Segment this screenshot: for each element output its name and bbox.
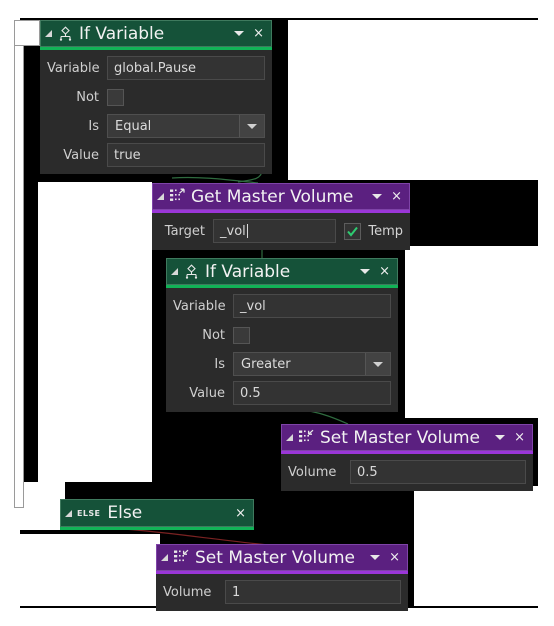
node-if-variable-2[interactable]: If Variable × Variable _vol Not Is Great… xyxy=(166,258,398,412)
set-node-icon xyxy=(173,549,190,566)
canvas-gap-top-right xyxy=(288,20,538,180)
set-node-icon xyxy=(298,429,315,446)
header-underline xyxy=(60,527,254,530)
chevron-down-icon[interactable] xyxy=(495,435,506,440)
canvas-gap-left-mid xyxy=(38,182,152,482)
node-header[interactable]: Set Master Volume × xyxy=(156,544,408,571)
variable-label: Variable xyxy=(173,298,226,314)
node-body: Target _vol Temp xyxy=(152,213,410,250)
if-branch-icon xyxy=(57,25,74,42)
node-header[interactable]: Get Master Volume × xyxy=(152,183,410,210)
node-header[interactable]: ELSE Else × xyxy=(60,499,254,527)
close-icon[interactable]: × xyxy=(389,551,400,564)
volume-input[interactable]: 0.5 xyxy=(350,460,526,484)
close-icon[interactable]: × xyxy=(379,265,390,278)
node-graph-canvas[interactable]: If Variable × Variable global.Pause Not … xyxy=(0,0,554,626)
node-body: Variable _vol Not Is Greater Value 0.5 xyxy=(166,288,398,412)
volume-label: Volume xyxy=(288,464,337,480)
close-icon[interactable]: × xyxy=(253,27,264,40)
node-else[interactable]: ELSE Else × xyxy=(60,499,254,530)
is-dropdown-value: Equal xyxy=(115,118,152,134)
not-checkbox[interactable] xyxy=(233,326,250,344)
row-not: Not xyxy=(173,323,391,347)
collapse-triangle-icon[interactable] xyxy=(286,434,293,441)
chevron-down-icon[interactable] xyxy=(239,115,264,137)
node-get-master-volume[interactable]: Get Master Volume × Target _vol Temp xyxy=(152,183,410,250)
node-title: Set Master Volume xyxy=(195,548,356,567)
variable-input[interactable]: _vol xyxy=(233,294,391,318)
value-label: Value xyxy=(189,385,225,401)
if-branch-icon xyxy=(183,263,200,280)
temp-label: Temp xyxy=(368,223,403,239)
canvas-gap-mid-left xyxy=(20,482,65,530)
collapse-triangle-icon[interactable] xyxy=(157,193,164,200)
row-value: Value 0.5 xyxy=(173,381,391,405)
is-label: Is xyxy=(214,356,225,372)
not-label: Not xyxy=(202,327,225,343)
is-dropdown[interactable]: Equal xyxy=(107,114,265,138)
chevron-down-icon[interactable] xyxy=(372,194,383,199)
node-anchor-chip xyxy=(14,20,40,46)
canvas-gap-right-mid xyxy=(405,246,538,418)
node-header[interactable]: If Variable × xyxy=(166,258,398,285)
node-header[interactable]: If Variable × xyxy=(40,20,272,47)
chevron-down-icon[interactable] xyxy=(234,31,245,36)
not-checkbox[interactable] xyxy=(107,88,124,106)
volume-label: Volume xyxy=(163,584,212,600)
not-label: Not xyxy=(76,89,99,105)
canvas-gap-right-lower xyxy=(538,0,554,626)
value-input[interactable]: true xyxy=(107,143,265,167)
row-value: Value true xyxy=(47,143,265,167)
row-is: Is Equal xyxy=(47,114,265,138)
temp-checkbox[interactable] xyxy=(344,222,362,240)
row-is: Is Greater xyxy=(173,352,391,376)
value-input[interactable]: 0.5 xyxy=(233,381,391,405)
node-title: Get Master Volume xyxy=(191,187,354,206)
node-header[interactable]: Set Master Volume × xyxy=(281,424,533,451)
collapse-triangle-icon[interactable] xyxy=(161,554,168,561)
target-label: Target xyxy=(164,223,205,239)
is-label: Is xyxy=(88,118,99,134)
canvas-gap-bottom-left xyxy=(20,534,160,606)
close-icon[interactable]: × xyxy=(514,431,525,444)
node-body: Volume 0.5 xyxy=(281,454,533,491)
value-label: Value xyxy=(63,147,99,163)
node-if-variable-1[interactable]: If Variable × Variable global.Pause Not … xyxy=(40,20,272,174)
is-dropdown-value: Greater xyxy=(241,356,291,372)
row-not: Not xyxy=(47,85,265,109)
chevron-down-icon[interactable] xyxy=(370,555,381,560)
row-target: Target _vol Temp xyxy=(159,219,403,243)
node-set-master-volume-1[interactable]: Set Master Volume × Volume 0.5 xyxy=(281,424,533,491)
target-input[interactable]: _vol xyxy=(213,219,337,243)
variable-input[interactable]: global.Pause xyxy=(107,56,265,80)
chevron-down-icon[interactable] xyxy=(360,269,371,274)
collapse-triangle-icon[interactable] xyxy=(65,509,72,517)
chevron-down-icon[interactable] xyxy=(365,353,390,375)
variable-label: Variable xyxy=(47,60,100,76)
node-body: Variable global.Pause Not Is Equal Value… xyxy=(40,50,272,174)
volume-input[interactable]: 1 xyxy=(225,580,401,604)
close-icon[interactable]: × xyxy=(391,190,402,203)
node-title: Set Master Volume xyxy=(320,428,481,447)
canvas-gap-bottom-right xyxy=(414,486,538,606)
collapse-triangle-icon[interactable] xyxy=(45,30,52,37)
get-node-icon xyxy=(169,188,186,205)
node-title: If Variable xyxy=(79,24,165,43)
node-title: Else xyxy=(107,504,143,522)
node-set-master-volume-2[interactable]: Set Master Volume × Volume 1 xyxy=(156,544,408,611)
row-volume: Volume 1 xyxy=(163,580,401,604)
node-anchor-chip-2 xyxy=(14,46,24,508)
node-title: If Variable xyxy=(205,262,291,281)
row-variable: Variable global.Pause xyxy=(47,56,265,80)
row-variable: Variable _vol xyxy=(173,294,391,318)
close-icon[interactable]: × xyxy=(235,507,246,520)
else-icon: ELSE xyxy=(77,508,101,518)
collapse-triangle-icon[interactable] xyxy=(171,268,178,275)
node-body: Volume 1 xyxy=(156,574,408,611)
is-dropdown[interactable]: Greater xyxy=(233,352,391,376)
temp-control[interactable]: Temp xyxy=(344,222,403,240)
row-volume: Volume 0.5 xyxy=(288,460,526,484)
canvas-gap-top-edge xyxy=(0,0,554,18)
